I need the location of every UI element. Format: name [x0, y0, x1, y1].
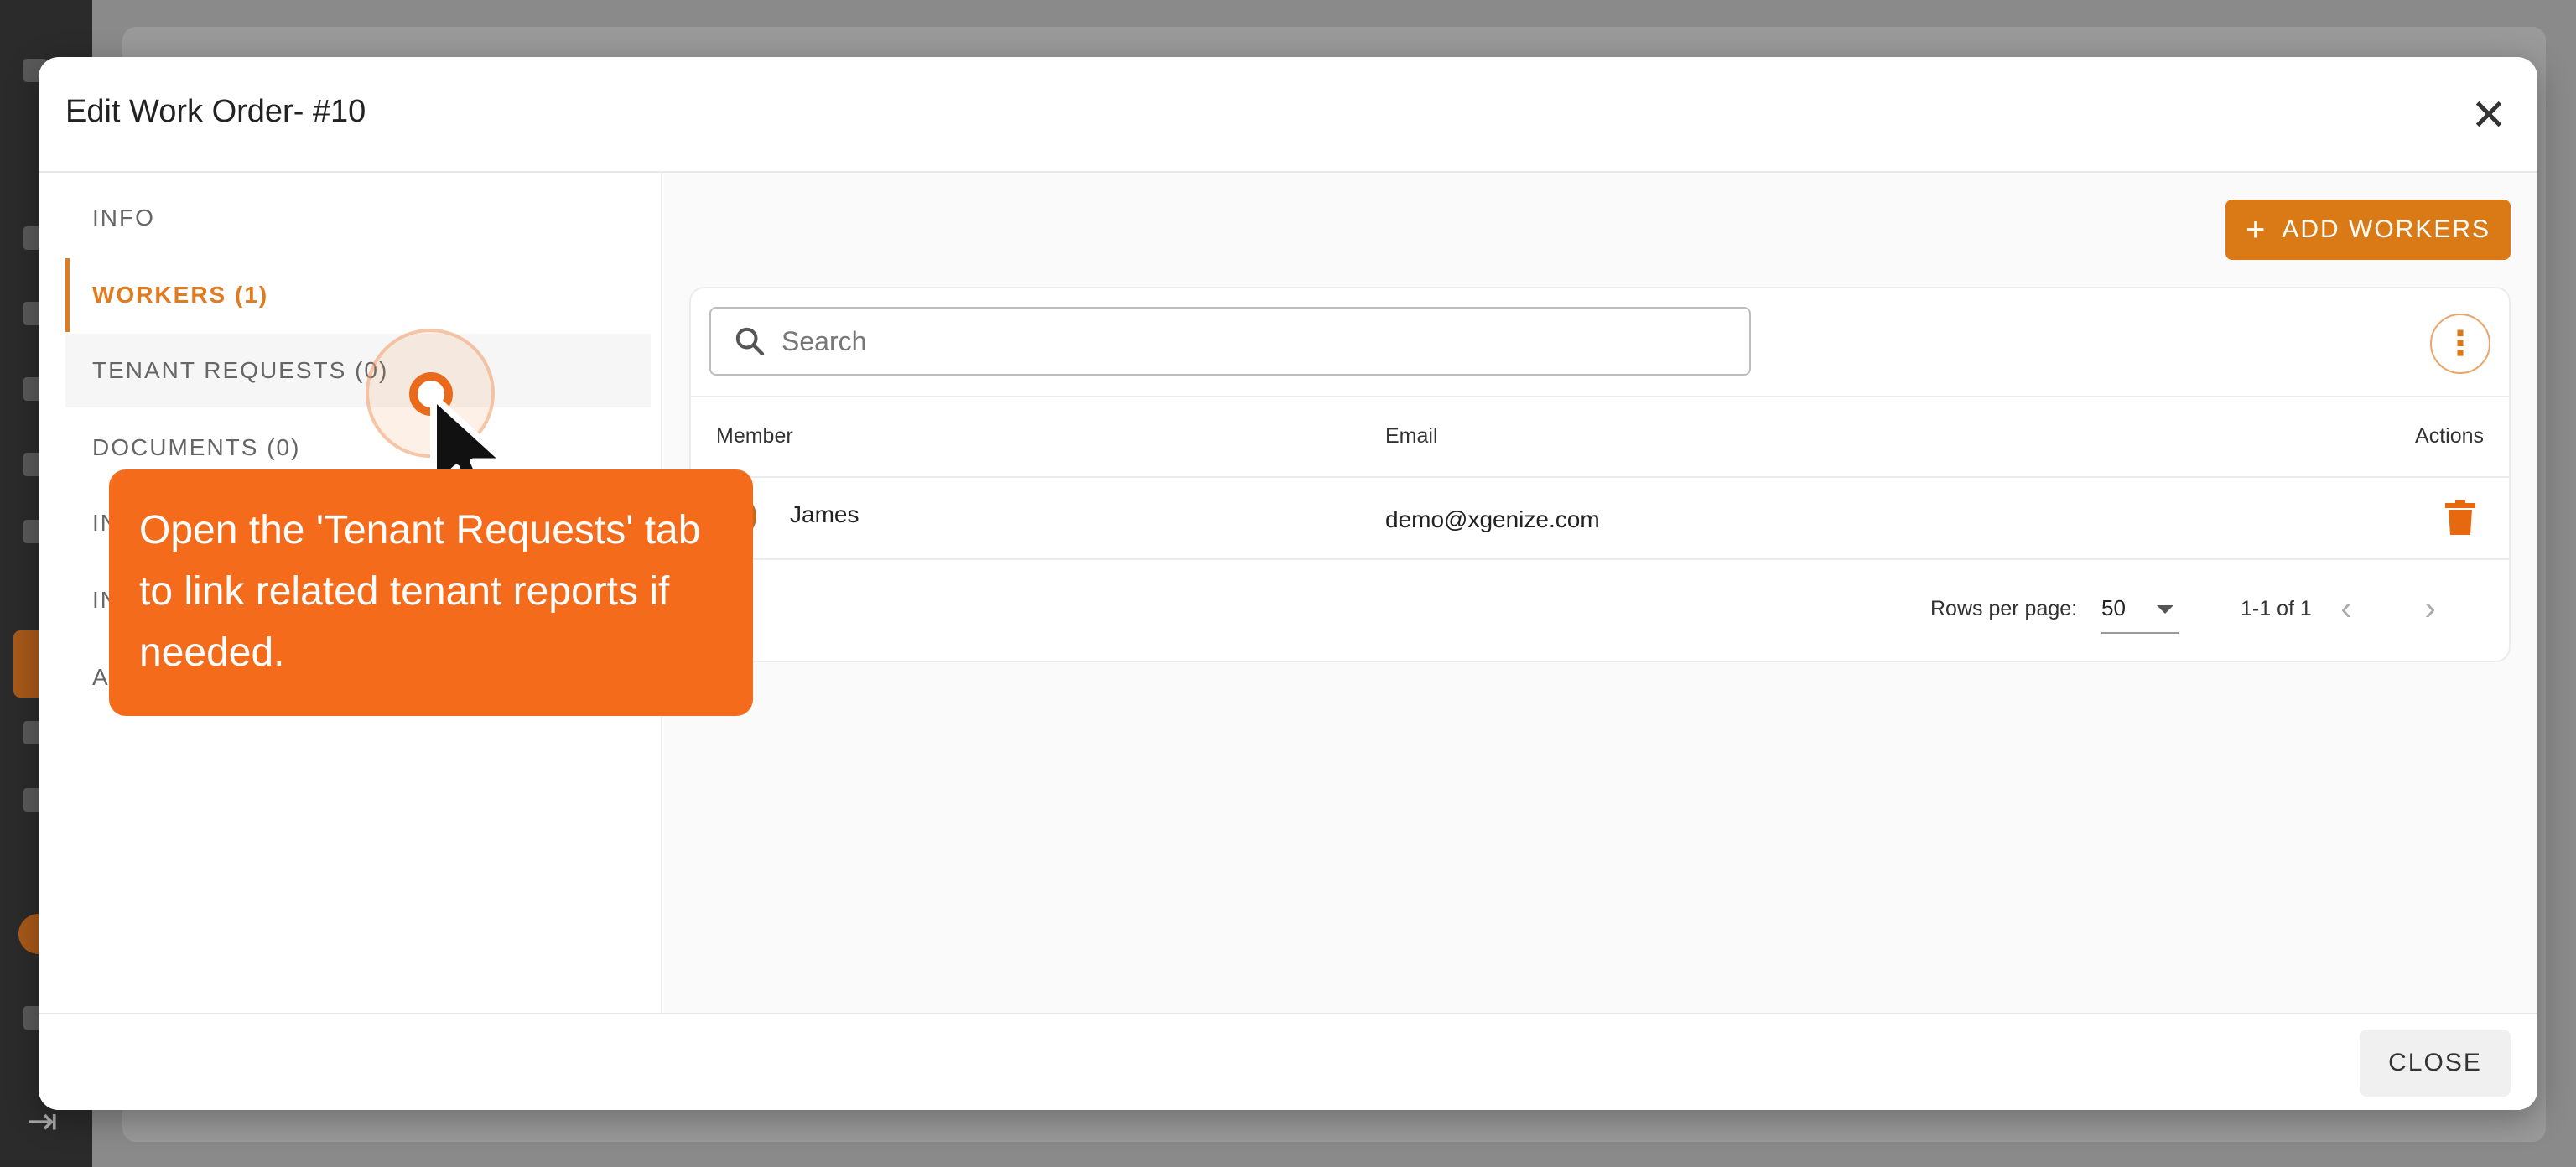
column-email: Email [1385, 424, 1438, 448]
dialog-title: Edit Work Order- #10 [65, 94, 366, 129]
tutorial-tooltip: Open the 'Tenant Requests' tab to link r… [109, 469, 753, 716]
search-field[interactable] [709, 307, 1751, 376]
dialog-footer: CLOSE [39, 1013, 2537, 1110]
dialog-header: Edit Work Order- #10 ✕ [39, 57, 2537, 173]
table-row: James demo@xgenize.com [691, 478, 2509, 560]
plus-icon: + [2245, 211, 2267, 248]
search-input[interactable] [782, 325, 1749, 357]
next-page-icon[interactable]: › [2412, 590, 2449, 627]
tab-info[interactable]: INFO [65, 181, 651, 255]
tab-workers[interactable]: WORKERS (1) [65, 258, 651, 332]
rows-per-page-select[interactable]: 50 [2101, 587, 2179, 634]
workers-table-card: ⋮ Member Email Actions James demo@xgeniz… [689, 287, 2511, 662]
more-vert-icon: ⋮ [2444, 325, 2477, 362]
pagination: Rows per page: 50 1-1 of 1 ‹ › [691, 560, 2509, 661]
close-icon[interactable]: ✕ [2465, 92, 2512, 139]
member-name: James [790, 501, 860, 527]
chevron-down-icon [2157, 605, 2174, 614]
rows-per-page-value: 50 [2101, 595, 2126, 620]
member-email: demo@xgenize.com [1385, 506, 1600, 532]
table-header: Member Email Actions [691, 396, 2509, 478]
previous-page-icon[interactable]: ‹ [2328, 590, 2365, 627]
delete-icon[interactable] [2444, 500, 2477, 537]
column-member: Member [716, 424, 793, 448]
add-workers-label: ADD WORKERS [2282, 215, 2491, 243]
search-icon [735, 327, 765, 356]
workers-panel: + ADD WORKERS ⋮ Member Email Act [664, 173, 2537, 1013]
tab-tenant-requests[interactable]: TENANT REQUESTS (0) [65, 334, 651, 407]
close-button[interactable]: CLOSE [2360, 1030, 2511, 1097]
more-options-button[interactable]: ⋮ [2430, 314, 2490, 374]
column-actions: Actions [2415, 424, 2484, 448]
rows-per-page-label: Rows per page: [1930, 597, 2078, 620]
page-range: 1-1 of 1 [2241, 597, 2312, 620]
add-workers-button[interactable]: + ADD WORKERS [2225, 200, 2511, 260]
